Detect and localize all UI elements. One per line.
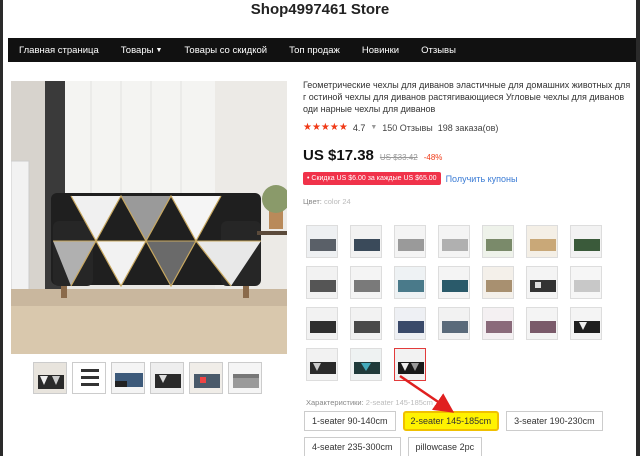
store-header: Shop4997461 Store	[0, 0, 640, 38]
color-swatch[interactable]	[394, 225, 426, 258]
current-price: US $17.38	[303, 147, 374, 164]
color-swatch[interactable]	[570, 307, 602, 340]
star-rating-icon: ★★★★★	[303, 122, 348, 133]
color-swatch[interactable]	[306, 266, 338, 299]
nav-item-home[interactable]: Главная страница	[8, 45, 110, 56]
discount-badge: -48%	[423, 153, 443, 162]
nav-item-label: Товары со скидкой	[184, 44, 268, 56]
color-swatch[interactable]	[570, 225, 602, 258]
color-swatches	[306, 225, 606, 389]
color-swatch[interactable]	[526, 225, 558, 258]
thumbnail[interactable]	[150, 362, 184, 394]
orders-count: 198 заказа(ов)	[437, 122, 499, 133]
red-arrow-annotation	[399, 374, 455, 413]
nav-item-bestsellers[interactable]: Топ продаж	[278, 45, 351, 56]
nav-item-label: Отзывы	[421, 44, 456, 56]
color-swatch[interactable]	[306, 307, 338, 340]
color-label: Цвет: color 24	[303, 197, 635, 206]
size-option[interactable]: pillowcase 2pc	[407, 437, 483, 456]
nav-item-label: Топ продаж	[289, 44, 340, 56]
color-swatch[interactable]	[526, 307, 558, 340]
rating-row: ★★★★★ 4.7 ▼ 150 Отзывы 198 заказа(ов)	[303, 122, 635, 133]
product-title: Геометрические чехлы для диванов эластич…	[303, 80, 631, 114]
window-edge-right	[636, 0, 640, 456]
nav-item-label: Товары	[120, 44, 154, 56]
price-row: US $17.38 US $33.42 -48%	[303, 147, 635, 164]
nav-item-label: Новинки	[361, 44, 400, 56]
color-swatch[interactable]	[394, 307, 426, 340]
get-coupons-link[interactable]: Получить купоны	[446, 174, 518, 184]
thumbnail[interactable]	[228, 362, 262, 394]
color-swatch[interactable]	[482, 266, 514, 299]
color-swatch[interactable]	[526, 266, 558, 299]
store-nav: Главная страница Товары ▼ Товары со скидк…	[8, 38, 636, 62]
product-info: Геометрические чехлы для диванов эластич…	[303, 79, 635, 206]
size-option[interactable]: 4-seater 235-300cm	[304, 437, 401, 456]
thumbnail-strip	[33, 362, 262, 394]
chevron-down-icon[interactable]: ▼	[370, 124, 377, 131]
characteristics-label-text: Характеристики:	[306, 398, 364, 407]
color-swatch[interactable]	[350, 266, 382, 299]
color-swatch[interactable]	[482, 307, 514, 340]
color-swatch[interactable]	[482, 225, 514, 258]
nav-item-label: Главная страница	[19, 44, 99, 56]
thumbnail[interactable]	[72, 362, 106, 394]
nav-item-discounts[interactable]: Товары со скидкой	[173, 45, 278, 56]
nav-item-new[interactable]: Новинки	[351, 45, 410, 56]
thumbnail[interactable]	[33, 362, 67, 394]
product-main-image[interactable]	[11, 81, 287, 354]
thumbnail[interactable]	[111, 362, 145, 394]
color-swatch[interactable]	[350, 307, 382, 340]
nav-item-reviews[interactable]: Отзывы	[410, 45, 467, 56]
color-swatch[interactable]	[438, 307, 470, 340]
color-swatch[interactable]	[438, 225, 470, 258]
promo-badge: • Скидка US $6.00 за каждые US $65.00	[303, 172, 441, 185]
size-option[interactable]: 1-seater 90-140cm	[304, 411, 396, 431]
thumbnail[interactable]	[189, 362, 223, 394]
nav-item-products[interactable]: Товары ▼	[110, 45, 174, 56]
window-edge-left	[0, 0, 3, 456]
color-swatch[interactable]	[570, 266, 602, 299]
promo-row: • Скидка US $6.00 за каждые US $65.00 По…	[303, 172, 635, 185]
color-swatch[interactable]	[350, 225, 382, 258]
color-value: color 24	[323, 197, 351, 206]
reviews-count[interactable]: 150 Отзывы	[382, 123, 432, 133]
store-title[interactable]: Shop4997461 Store	[251, 1, 389, 18]
old-price: US $33.42	[379, 153, 418, 162]
color-swatch[interactable]	[306, 225, 338, 258]
color-label-text: Цвет:	[303, 197, 322, 206]
color-swatch[interactable]	[350, 348, 382, 381]
rating-value: 4.7	[352, 122, 366, 133]
color-swatch[interactable]	[438, 266, 470, 299]
size-option[interactable]: 3-seater 190-230cm	[506, 411, 603, 431]
size-options: 1-seater 90-140cm 2-seater 145-185cm 3-s…	[304, 411, 624, 456]
color-swatch[interactable]	[394, 266, 426, 299]
chevron-down-icon: ▼	[155, 46, 163, 54]
color-swatch[interactable]	[306, 348, 338, 381]
